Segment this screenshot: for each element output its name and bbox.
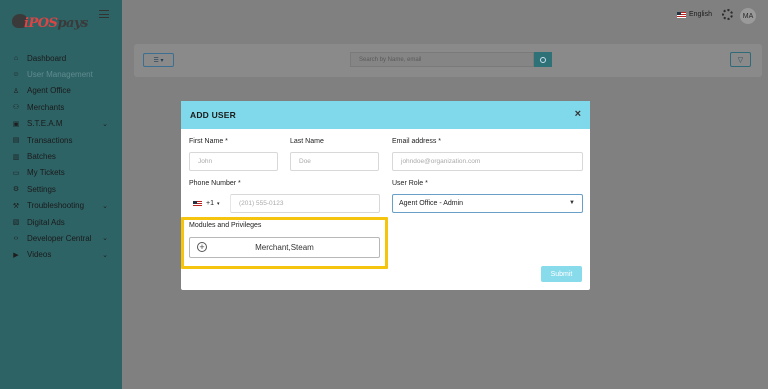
sidebar-item-batches[interactable]: ▥ Batches <box>0 148 122 164</box>
home-icon: ⌂ <box>13 54 19 62</box>
sidebar-item-label: My Tickets <box>27 168 65 178</box>
people-icon: ⚇ <box>12 104 20 112</box>
ipospays-logo[interactable]: iPOSpays <box>12 12 88 34</box>
sidebar-item-merchants[interactable]: ⚇ Merchants <box>0 99 122 115</box>
chevron-down-icon: ▼ <box>569 200 575 206</box>
modules-value: Merchant,Steam <box>255 243 314 252</box>
search-icon <box>540 56 546 63</box>
wrench-icon: ⚒ <box>12 202 20 210</box>
sidebar-item-dashboard[interactable]: ⌂ Dashboard <box>0 50 122 66</box>
email-field[interactable]: johndoe@organization.com <box>392 152 583 171</box>
first-name-label: First Name * <box>189 138 228 145</box>
modules-label: Modules and Privileges <box>189 222 262 229</box>
phone-field[interactable]: (201) 555-0123 <box>230 194 380 213</box>
sidebar-item-label: Agent Office <box>27 86 71 96</box>
add-circle-icon[interactable]: + <box>197 242 207 252</box>
modal-title: ADD USER <box>190 110 236 120</box>
modal-header: ADD USER × <box>181 101 590 129</box>
language-label: English <box>689 11 712 18</box>
ad-icon: ▧ <box>12 219 20 227</box>
sidebar-item-videos[interactable]: ▶ Videos ⌄ <box>0 247 122 263</box>
sidebar-item-label: Merchants <box>27 102 65 112</box>
sidebar-item-label: S.T.E.A.M <box>27 119 63 129</box>
sidebar-item-label: Videos <box>27 250 52 260</box>
user-role-label: User Role * <box>392 180 428 187</box>
chevron-down-icon: ⌄ <box>102 202 108 210</box>
chevron-down-icon: ⌄ <box>102 120 108 128</box>
filter-button[interactable]: ▽ <box>730 52 751 67</box>
sidebar-item-label: Batches <box>27 152 56 162</box>
language-selector[interactable]: English <box>677 11 712 18</box>
sidebar-item-digital-ads[interactable]: ▧ Digital Ads <box>0 214 122 230</box>
modules-privileges-field[interactable]: + Merchant,Steam <box>189 237 380 258</box>
phone-label: Phone Number * <box>189 180 241 187</box>
grid-icon: ▣ <box>12 120 20 128</box>
last-name-field[interactable]: Doe <box>290 152 379 171</box>
sidebar-item-settings[interactable]: ⚙ Settings <box>0 181 122 197</box>
sidebar-item-label: Developer Central <box>27 233 92 243</box>
submit-button[interactable]: Submit <box>541 266 582 282</box>
us-flag-icon <box>193 200 202 207</box>
sidebar-item-agent-office[interactable]: ♙ Agent Office <box>0 83 122 99</box>
document-icon: ▤ <box>12 137 20 145</box>
users-icon: ☺ <box>12 71 20 79</box>
ticket-icon: ▭ <box>12 169 20 177</box>
view-toggle-button[interactable]: ☰ ▾ <box>143 53 174 67</box>
video-icon: ▶ <box>13 251 19 259</box>
avatar[interactable]: MA <box>740 8 756 24</box>
us-flag-icon <box>677 11 686 18</box>
country-code-select[interactable]: +1 ▾ <box>190 194 230 213</box>
user-role-select[interactable]: Agent Office - Admin ▼ <box>392 194 583 213</box>
first-name-field[interactable]: John <box>189 152 278 171</box>
sidebar-item-label: Digital Ads <box>27 217 65 227</box>
sidebar-item-user-management[interactable]: ☺ User Management <box>0 66 122 82</box>
user-role-value: Agent Office - Admin <box>399 200 464 207</box>
logo-suffix: pays <box>57 16 88 31</box>
hamburger-menu-icon[interactable] <box>99 10 109 18</box>
gear-icon: ⚙ <box>12 186 20 194</box>
user-add-icon: ♙ <box>12 87 20 95</box>
sidebar-item-label: User Management <box>27 70 93 80</box>
sidebar-item-label: Troubleshooting <box>27 201 85 211</box>
settings-gear-icon[interactable] <box>722 9 733 20</box>
last-name-label: Last Name <box>290 138 324 145</box>
sidebar-item-my-tickets[interactable]: ▭ My Tickets <box>0 165 122 181</box>
code-icon: ‹› <box>13 234 19 242</box>
sidebar-item-troubleshooting[interactable]: ⚒ Troubleshooting ⌄ <box>0 198 122 214</box>
chevron-down-icon: ⌄ <box>102 251 108 259</box>
search-input[interactable]: Search by Name, email <box>350 52 534 67</box>
chevron-down-icon: ▾ <box>216 200 220 207</box>
country-code: +1 <box>206 200 214 207</box>
sidebar-item-s-t-e-a-m[interactable]: ▣ S.T.E.A.M ⌄ <box>0 116 122 132</box>
batch-icon: ▥ <box>12 153 20 161</box>
sidebar-item-label: Settings <box>27 184 56 194</box>
close-icon[interactable]: × <box>575 108 581 120</box>
chevron-down-icon: ⌄ <box>102 235 108 243</box>
sidebar-item-developer-central[interactable]: ‹› Developer Central ⌄ <box>0 230 122 246</box>
email-label: Email address * <box>392 138 442 145</box>
sidebar-item-label: Transactions <box>27 135 73 145</box>
sidebar-item-label: Dashboard <box>27 53 67 63</box>
search-button[interactable] <box>534 52 552 67</box>
sidebar: iPOSpays ⌂ Dashboard ☺ User Management ♙ Agen… <box>0 0 122 389</box>
filter-icon: ▽ <box>737 56 744 64</box>
top-bar <box>122 0 768 32</box>
logo-prefix: iPOS <box>24 16 58 31</box>
sidebar-nav: ⌂ Dashboard ☺ User Management ♙ Agent Office ⚇… <box>0 50 122 263</box>
sidebar-item-transactions[interactable]: ▤ Transactions <box>0 132 122 148</box>
